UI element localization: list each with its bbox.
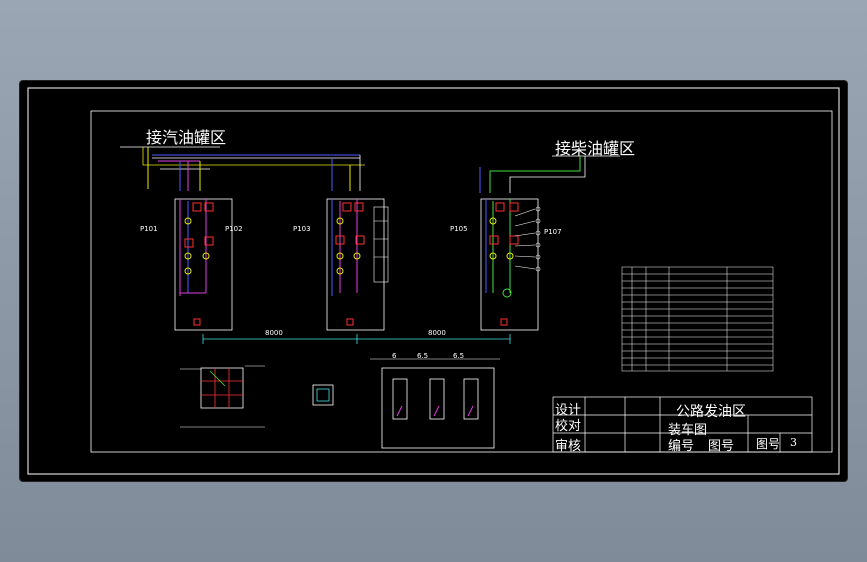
pump-label-p107: P107 [544, 228, 562, 236]
drawing-sheet: 接汽油罐区 接柴油罐区 P101 P102 P103 P105 P107 800… [20, 81, 847, 481]
cad-drawing-canvas [27, 87, 840, 475]
title-block-row-check: 校对 [555, 419, 582, 434]
dimension-label-2: 8000 [428, 329, 446, 337]
stacked-label-drawing: 图号 [708, 439, 735, 454]
gasoline-header-pipes [142, 147, 365, 191]
pump-skid-1 [174, 198, 233, 331]
plan-dim-2: 6.5 [417, 352, 429, 360]
plan-dim-3: 6.5 [453, 352, 465, 360]
drawing-no-value: 3 [790, 436, 797, 449]
small-section-detail [312, 384, 334, 406]
title-block-row-review: 审核 [555, 439, 582, 454]
project-name: 公路发油区 [676, 404, 746, 420]
diesel-tank-area-title: 接柴油罐区 [555, 139, 636, 158]
gasoline-tank-area-title: 接汽油罐区 [146, 128, 227, 147]
pump-skid-3 [480, 198, 541, 331]
loading-island-plan [370, 358, 500, 449]
equipment-table [621, 266, 774, 372]
dimension-line [202, 334, 511, 344]
stacked-label-number: 编号 [668, 439, 695, 454]
diesel-header-pipes [479, 156, 586, 193]
pump-skid-2 [326, 198, 389, 331]
pump-label-p101: P101 [140, 225, 158, 233]
pump-label-p102: P102 [225, 225, 243, 233]
dimension-label-1: 8000 [265, 329, 283, 337]
drawing-no-label: 图号 [756, 437, 781, 451]
pump-label-p105: P105 [450, 225, 468, 233]
plan-dim-1: 6 [392, 352, 397, 360]
foundation-detail [180, 365, 265, 428]
pump-label-p103: P103 [293, 225, 311, 233]
